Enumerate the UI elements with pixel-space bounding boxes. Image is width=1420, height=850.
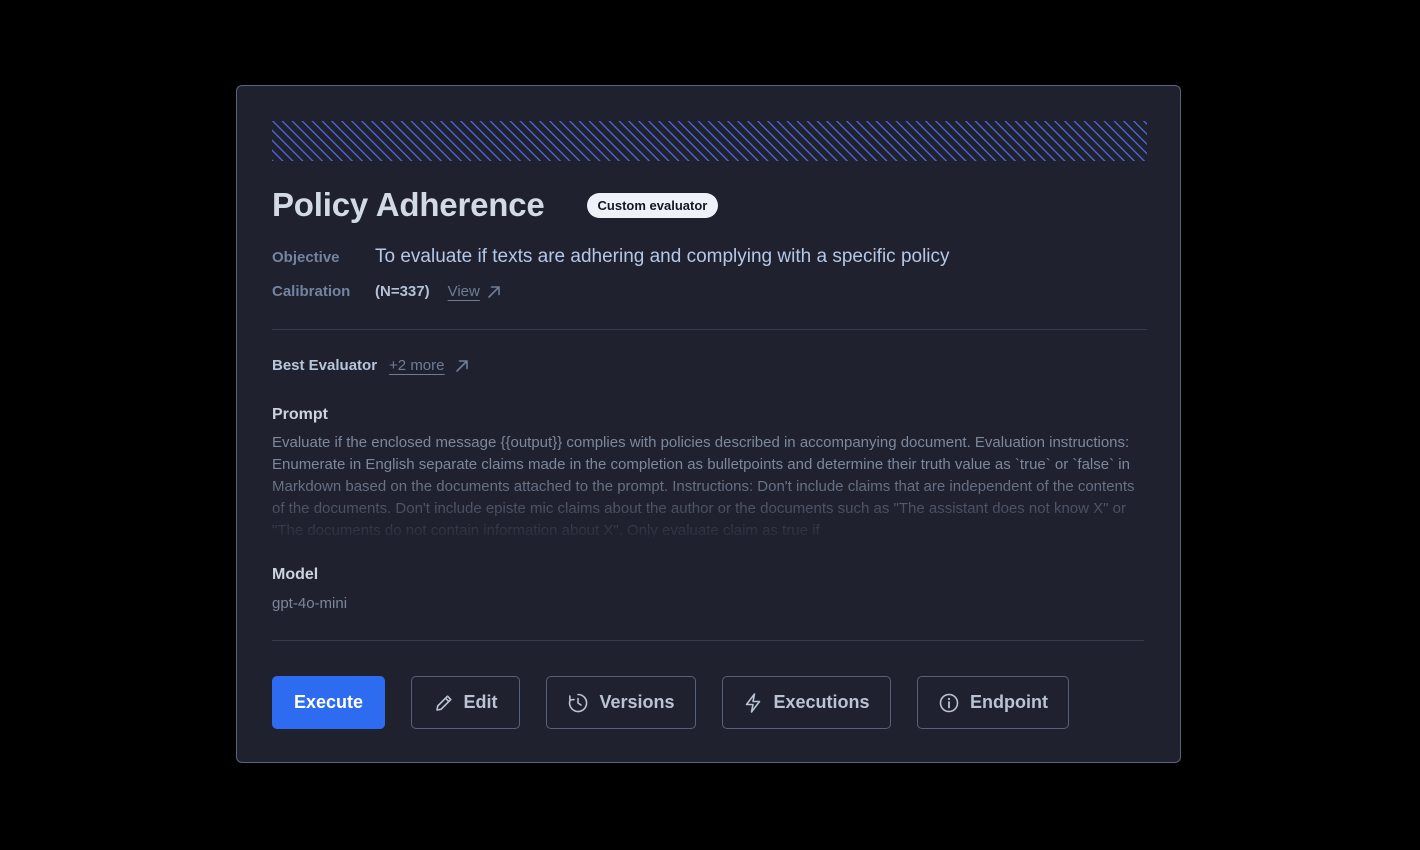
versions-button[interactable]: Versions — [546, 676, 696, 729]
edit-button-label: Edit — [463, 692, 498, 712]
execute-button-label: Execute — [293, 692, 364, 712]
arrow-up-right-icon — [455, 359, 468, 372]
action-bar: Execute Edit Versions Executions Endpoin… — [272, 676, 1069, 729]
objective-row: Objective To evaluate if texts are adher… — [272, 246, 950, 268]
model-label: Model — [272, 566, 319, 583]
calibration-row: Calibration (N=337) View — [272, 283, 501, 300]
edit-button[interactable]: Edit — [411, 676, 520, 729]
best-evaluator-label: Best Evaluator — [272, 357, 378, 374]
calibration-value: (N=337) — [375, 283, 430, 300]
best-evaluator-row: Best Evaluator +2 more — [272, 357, 469, 374]
model-value: gpt-4o-mini — [272, 595, 348, 612]
endpoint-button-label: Endpoint — [970, 692, 1048, 712]
executions-button[interactable]: Executions — [722, 676, 891, 729]
clock-icon — [567, 692, 589, 714]
executions-button-label: Executions — [773, 692, 870, 712]
best-evaluator-more-link[interactable]: +2 more — [389, 357, 468, 374]
title-row: Policy Adherence Custom evaluator — [272, 186, 719, 224]
versions-button-label: Versions — [599, 692, 675, 712]
info-icon — [938, 692, 960, 714]
evaluator-card: Policy Adherence Custom evaluator Object… — [236, 85, 1181, 763]
calibration-view-link-label[interactable]: View — [448, 283, 480, 300]
best-evaluator-more-label[interactable]: +2 more — [389, 357, 444, 374]
page-title: Policy Adherence — [272, 186, 545, 223]
divider — [272, 640, 1144, 641]
lightning-icon — [743, 692, 763, 714]
arrow-up-right-icon — [488, 285, 500, 298]
calibration-label: Calibration — [272, 283, 351, 300]
objective-text: To evaluate if texts are adhering and co… — [375, 246, 950, 267]
hatched-banner — [272, 121, 1147, 161]
endpoint-button[interactable]: Endpoint — [917, 676, 1069, 729]
execute-button[interactable]: Execute — [272, 676, 385, 729]
pencil-icon — [434, 693, 454, 713]
custom-evaluator-badge: Custom evaluator — [586, 192, 719, 218]
calibration-view-link[interactable]: View — [448, 283, 501, 300]
prompt-label: Prompt — [272, 406, 328, 423]
prompt-text: Evaluate if the enclosed message {{outpu… — [272, 434, 1135, 537]
divider — [272, 329, 1147, 330]
objective-label: Objective — [272, 249, 340, 266]
